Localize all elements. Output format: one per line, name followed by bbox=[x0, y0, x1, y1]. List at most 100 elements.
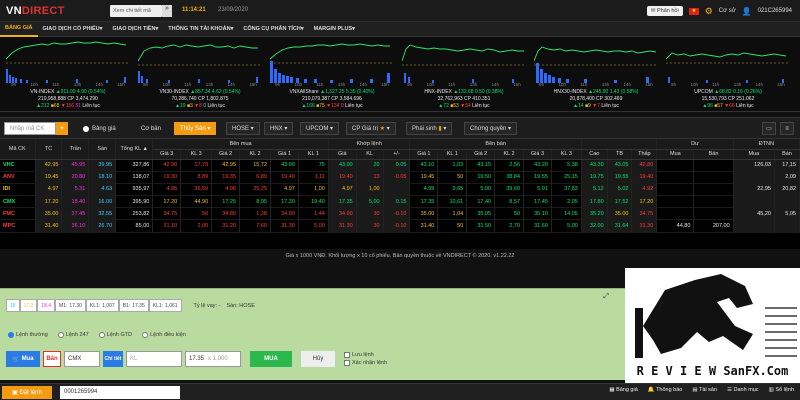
monitor-icon[interactable]: ▭ bbox=[762, 122, 776, 135]
quote-cell: 17.2 bbox=[19, 299, 38, 312]
index-card-hnx30[interactable]: 9h 10h 11h 13h 14h 15h HNX30-INDEX ▲245.90 1.… bbox=[532, 39, 660, 111]
tab-co-ban[interactable]: Cơ bản bbox=[136, 122, 166, 135]
top-bar: VNDIRECT Xem chi tiết mã » 11:14:21 23/0… bbox=[0, 0, 800, 22]
quote-cell: KL1: 1,061 bbox=[148, 299, 182, 312]
feedback-button[interactable]: ✉ Phản hồi bbox=[646, 6, 683, 16]
index-card-hnxindex[interactable]: 9h 10h 11h 13h 14h 15h HNX-INDEX ▲132.68 0.50… bbox=[400, 39, 528, 111]
symbol-cell[interactable]: FMC bbox=[0, 207, 36, 220]
market-date: 23/09/2020 bbox=[218, 7, 249, 13]
index-name: VN-INDEX bbox=[30, 89, 55, 95]
quote-cell: 18.4 bbox=[37, 299, 56, 312]
user-icon: 👤 bbox=[741, 6, 752, 16]
tab-chung-quyen[interactable]: Chứng quyền ▾ bbox=[464, 122, 518, 135]
tab-phai-sinh[interactable]: Phái sinh ▮ ▾ bbox=[406, 122, 453, 135]
confirm-order-checkbox[interactable]: Xác nhận lệnh bbox=[344, 360, 387, 366]
place-order-button[interactable]: ▣ Đặt lệnh bbox=[2, 386, 52, 399]
order-panel: 18 17.2 18.4 M1: 17.30 KL1: 1,007 B1: 17.35… bbox=[0, 288, 625, 380]
quote-search-input[interactable]: Xem chi tiết mã bbox=[110, 5, 162, 17]
symbol-cell[interactable]: VHC bbox=[0, 159, 36, 172]
quote-cell: M1: 17.30 bbox=[55, 299, 86, 312]
star-icon: ★ bbox=[379, 126, 385, 132]
group-ben-mua: Bên mua bbox=[152, 139, 329, 150]
detail-button[interactable]: Chi tiết bbox=[103, 351, 123, 367]
index-card-vnindex[interactable]: 9h 10h 11h 13h 14h 15h VN-INDEX ▲911.09 4.90 … bbox=[4, 39, 132, 111]
vietnam-flag-icon[interactable] bbox=[688, 7, 699, 15]
col-header: Giá 1 bbox=[270, 149, 299, 160]
quote-cell: B1: 17.35 bbox=[118, 299, 149, 312]
main-nav: BẢNG GIÁ GIAO DỊCH CỔ PHIẾU ▾ GIAO DỊCH … bbox=[0, 22, 800, 37]
col-header: Giá 3 bbox=[523, 149, 552, 160]
symbol-cell[interactable]: IDI bbox=[0, 183, 36, 196]
bottom-so-lenh[interactable]: ▥ Sổ lệnh bbox=[769, 387, 794, 393]
tab-cp-gia-tri[interactable]: CP Giá trị ★ ▾ bbox=[346, 122, 396, 135]
buy-side-button[interactable]: 🛒 Mua bbox=[6, 351, 40, 367]
nav-giao-dich-co-phieu[interactable]: GIAO DỊCH CỔ PHIẾU ▾ bbox=[38, 22, 108, 37]
quote-search-button[interactable]: » bbox=[162, 5, 172, 17]
index-card-upcom[interactable]: 9h 10h 11h 13h 14h 15h UPCOM ▲68.82 0.16 (0.2… bbox=[664, 39, 792, 111]
symbol-search-input[interactable]: Nhập mã CK bbox=[4, 122, 56, 135]
radio-lenh-247[interactable]: Lệnh 247 bbox=[57, 332, 89, 338]
expand-icon[interactable]: ⤢ bbox=[603, 293, 609, 301]
col-header: +/- bbox=[383, 149, 411, 160]
symbol-cell[interactable]: MPC bbox=[0, 219, 36, 233]
symbol-cell[interactable]: ANV bbox=[0, 171, 36, 184]
cancel-button[interactable]: Hủy bbox=[301, 351, 335, 367]
price-footnote: Giá x 1000 VNĐ. Khối lượng x 10 cổ phiếu… bbox=[0, 249, 800, 263]
toggle-icon bbox=[83, 125, 89, 132]
vndirect-logo[interactable]: VNDIRECT bbox=[6, 5, 65, 17]
col-header: Bán bbox=[693, 149, 734, 160]
level-label[interactable]: Cơ sở bbox=[719, 8, 736, 14]
table-row[interactable]: CMX 17.20 18.40 16.00 395,90 17.20 44,90 17.2… bbox=[0, 195, 800, 208]
index-card-vnxallshare[interactable]: 9h 10h 11h 13h 14h 15h VNXAllShare ▲1,327.25 … bbox=[268, 39, 396, 111]
radio-lenh-thuong[interactable]: Lệnh thường bbox=[8, 332, 48, 338]
col-ma-ck[interactable]: Mã CK bbox=[0, 139, 36, 160]
table-row[interactable]: FMC 35.00 37.45 32.55 253,82 34.75 50 34.80 1,… bbox=[0, 207, 800, 220]
gear-icon[interactable]: ⚙ bbox=[705, 6, 713, 17]
nav-cong-cu-phan-tich[interactable]: CÔNG CỤ PHÂN TÍCH ▾ bbox=[238, 22, 308, 37]
group-khop-lenh: Khớp lệnh bbox=[328, 139, 411, 150]
tab-thuy-san[interactable]: Thủy Sản ▾ bbox=[174, 122, 217, 135]
col-header: KL 2 bbox=[494, 149, 525, 160]
account-select[interactable]: 0001265994 bbox=[60, 386, 180, 399]
col-san: Sàn bbox=[88, 139, 117, 160]
symbol-field[interactable]: CMX bbox=[64, 351, 100, 367]
tab-bang-gia[interactable]: Bảng giá bbox=[78, 122, 121, 135]
bottom-danh-muc[interactable]: ☰ Danh mục bbox=[727, 387, 759, 393]
group-cao-tb-thap bbox=[581, 139, 658, 150]
upcom-mini-chart bbox=[666, 52, 790, 83]
col-header: KL 3 bbox=[180, 149, 213, 160]
tab-hose[interactable]: HOSE ▾ bbox=[226, 122, 260, 135]
tab-upcom[interactable]: UPCOM ▾ bbox=[300, 122, 340, 135]
nav-thong-tin-tai-khoan[interactable]: THÔNG TIN TÀI KHOẢN ▾ bbox=[163, 22, 238, 37]
table-row[interactable]: VHC 42.95 45.95 39.95 327,86 42.90 17,79 42.9… bbox=[0, 159, 800, 172]
bottom-bang-gia[interactable]: ▦ Bảng giá bbox=[609, 387, 637, 393]
bottom-thong-bao[interactable]: 🔔 Thông báo bbox=[648, 387, 683, 393]
radio-lenh-dieu-kien[interactable]: Lệnh điều kiện bbox=[142, 332, 186, 338]
sell-side-button[interactable]: Bán bbox=[43, 351, 61, 367]
table-row[interactable]: MPC 31.40 36.10 26.70 85,00 31.10 2,00 31.20 7… bbox=[0, 219, 800, 233]
nav-margin-plus[interactable]: MARGIN PLUS ▾ bbox=[309, 22, 360, 37]
tab-hnx[interactable]: HNX ▾ bbox=[264, 122, 294, 135]
col-tran: Trần bbox=[61, 139, 90, 160]
symbol-cell[interactable]: CMX bbox=[0, 195, 36, 208]
col-tong-kl[interactable]: Tổng KL ▲ bbox=[115, 139, 154, 160]
quantity-field[interactable]: KL bbox=[126, 351, 182, 367]
add-symbol-button[interactable]: + bbox=[56, 122, 68, 135]
bottom-tai-san[interactable]: ▤ Tài sản bbox=[692, 387, 717, 393]
submit-buy-button[interactable]: MUA bbox=[250, 351, 292, 367]
nav-giao-dich-tien[interactable]: GIAO DỊCH TIỀN ▾ bbox=[107, 22, 163, 37]
account-label[interactable]: 021C265994 bbox=[758, 8, 792, 14]
radio-lenh-gtd[interactable]: Lệnh GTD bbox=[98, 332, 132, 338]
menu-icon[interactable]: ≡ bbox=[780, 122, 794, 135]
price-field[interactable]: 17.35 x 1,000 bbox=[185, 351, 241, 367]
index-card-vn30[interactable]: 9h 10h 11h 13h 14h 15h VN30-INDEX ▲857.34 4.6… bbox=[136, 39, 264, 111]
table-row[interactable]: ANV 19.45 20.80 18.10 138,07 19.30 8,89 19.35… bbox=[0, 171, 800, 184]
save-order-checkbox[interactable]: Lưu lệnh bbox=[344, 352, 387, 358]
table-row[interactable]: IDI 4.97 5.31 4.63 935,97 4.95 36,59 4.96 25,2… bbox=[0, 183, 800, 196]
col-header: Giá 3 bbox=[152, 149, 182, 160]
market-clock: 11:14:21 bbox=[182, 7, 206, 13]
col-header: Giá bbox=[328, 149, 357, 160]
col-header: KL 1 bbox=[298, 149, 329, 160]
col-header: KL 3 bbox=[551, 149, 582, 160]
nav-bang-gia[interactable]: BẢNG GIÁ bbox=[0, 22, 38, 37]
